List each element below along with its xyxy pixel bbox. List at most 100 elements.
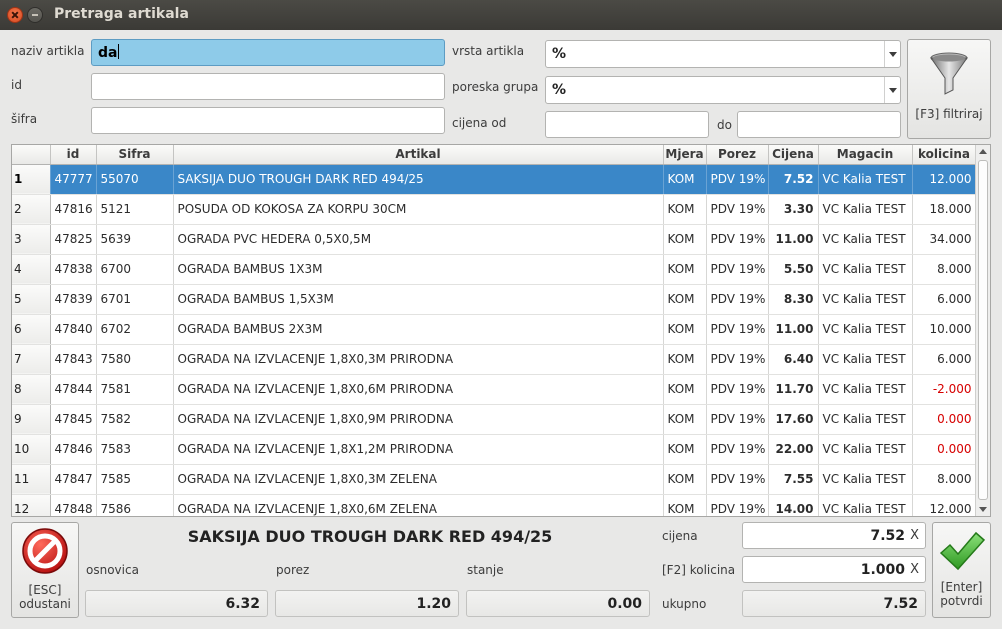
table-row[interactable]: 1 47777 55070 SAKSIJA DUO TROUGH DARK RED 4… [12,164,977,195]
cell-kolicina: 8.000 [912,464,977,495]
cell-sifra: 7580 [96,344,174,375]
scroll-down-icon[interactable] [979,507,987,512]
col-header-mjera[interactable]: Mjera [663,145,707,165]
clear-kolicina-icon[interactable]: X [910,562,919,577]
minimize-window-button[interactable] [27,7,43,23]
cell-mjera: KOM [663,374,707,405]
cell-magacin: VC Kalia TEST [818,464,913,495]
col-header-kolicina[interactable]: kolicina [912,145,977,165]
cell-id: 47848 [50,494,97,516]
table-row[interactable]: 4 47838 6700 OGRADA BAMBUS 1X3M KOM PDV 19% 5.… [12,254,977,285]
kolicina-input-value: 1.000 [860,562,905,578]
cell-magacin: VC Kalia TEST [818,164,913,195]
id-input[interactable] [91,73,445,100]
row-number: 10 [12,434,51,465]
cell-kolicina: 10.000 [912,314,977,345]
cell-porez: PDV 19% [706,374,769,405]
cancel-button-line1: [ESC] [28,583,62,597]
cell-cijena: 14.00 [768,494,819,516]
vrsta-select[interactable]: % [545,40,901,68]
table-row[interactable]: 7 47843 7580 OGRADA NA IZVLACENJE 1,8X0,3M … [12,344,977,375]
chevron-down-icon[interactable] [884,77,900,103]
table-row[interactable]: 12 47848 7586 OGRADA NA IZVLACENJE 1,8X0,6M… [12,494,977,516]
cell-id: 47845 [50,404,97,435]
sifra-label: šifra [11,112,38,126]
table-row[interactable]: 2 47816 5121 POSUDA OD KOKOSA ZA KORPU 30CM… [12,194,977,225]
cell-cijena: 17.60 [768,404,819,435]
close-window-button[interactable] [7,7,23,23]
scroll-up-icon[interactable] [979,149,987,154]
cell-magacin: VC Kalia TEST [818,314,913,345]
cell-porez: PDV 19% [706,404,769,435]
cell-sifra: 7582 [96,404,174,435]
kolicina-input[interactable]: 1.000 X [742,556,926,583]
cijena-do-input[interactable] [737,111,901,138]
table-row[interactable]: 11 47847 7585 OGRADA NA IZVLACENJE 1,8X0,3M… [12,464,977,495]
table-row[interactable]: 3 47825 5639 OGRADA PVC HEDERA 0,5X0,5M KOM P… [12,224,977,255]
cell-mjera: KOM [663,224,707,255]
cell-kolicina: 18.000 [912,194,977,225]
cell-porez: PDV 19% [706,314,769,345]
ukupno-label: ukupno [662,597,707,611]
porez-label: porez [276,563,310,577]
table-row[interactable]: 6 47840 6702 OGRADA BAMBUS 2X3M KOM PDV 19% 11… [12,314,977,345]
cancel-button[interactable]: [ESC] odustani [11,522,79,618]
cell-artikal: OGRADA NA IZVLACENJE 1,8X0,6M PRIRODNA [173,374,664,405]
poreska-select[interactable]: % [545,76,901,104]
cell-artikal: SAKSIJA DUO TROUGH DARK RED 494/25 [173,164,664,195]
cell-artikal: OGRADA NA IZVLACENJE 1,8X1,2M PRIRODNA [173,434,664,465]
col-header-porez[interactable]: Porez [706,145,769,165]
col-header-artikal[interactable]: Artikal [173,145,664,165]
row-number: 1 [12,164,51,195]
cell-sifra: 55070 [96,164,174,195]
col-header-cijena[interactable]: Cijena [768,145,819,165]
cell-porez: PDV 19% [706,284,769,315]
clear-cijena-icon[interactable]: X [910,528,919,543]
scroll-thumb[interactable] [978,160,988,500]
table-row[interactable]: 8 47844 7581 OGRADA NA IZVLACENJE 1,8X0,6M … [12,374,977,405]
table-row[interactable]: 5 47839 6701 OGRADA BAMBUS 1,5X3M KOM PDV 19%… [12,284,977,315]
naziv-input[interactable]: da [91,39,445,66]
table-row[interactable]: 10 47846 7583 OGRADA NA IZVLACENJE 1,8X1,2M… [12,434,977,465]
cell-porez: PDV 19% [706,224,769,255]
cell-id: 47777 [50,164,97,195]
stanje-value: 0.00 [466,590,650,617]
cell-mjera: KOM [663,494,707,516]
cell-id: 47843 [50,344,97,375]
cell-cijena: 3.30 [768,194,819,225]
col-header-id[interactable]: id [50,145,97,165]
col-header-magacin[interactable]: Magacin [818,145,913,165]
cell-sifra: 6701 [96,284,174,315]
cijena-od-input[interactable] [545,111,709,138]
table-row[interactable]: 9 47845 7582 OGRADA NA IZVLACENJE 1,8X0,9M … [12,404,977,435]
cell-id: 47840 [50,314,97,345]
cell-cijena: 7.55 [768,464,819,495]
title-bar: Pretraga artikala [0,0,1002,30]
cell-artikal: OGRADA BAMBUS 1X3M [173,254,664,285]
cell-id: 47847 [50,464,97,495]
row-number: 6 [12,314,51,345]
cell-kolicina: 8.000 [912,254,977,285]
row-number: 12 [12,494,51,516]
poreska-value: % [552,82,567,98]
cell-id: 47838 [50,254,97,285]
cell-mjera: KOM [663,194,707,225]
sifra-input[interactable] [91,107,445,134]
cell-magacin: VC Kalia TEST [818,404,913,435]
cell-mjera: KOM [663,464,707,495]
col-header-sifra[interactable]: Sifra [96,145,174,165]
cell-porez: PDV 19% [706,194,769,225]
cell-cijena: 11.00 [768,314,819,345]
cell-cijena: 11.70 [768,374,819,405]
cell-kolicina: 12.000 [912,164,977,195]
cell-mjera: KOM [663,254,707,285]
col-header-rownum[interactable] [12,145,51,165]
cell-magacin: VC Kalia TEST [818,374,913,405]
table-header: id Sifra Artikal Mjera Porez Cijena Maga… [12,145,977,165]
filter-button[interactable]: [F3] filtriraj [907,39,991,139]
chevron-down-icon[interactable] [884,41,900,67]
cijena-input[interactable]: 7.52 X [742,522,926,549]
vertical-scrollbar[interactable] [975,145,990,516]
confirm-button[interactable]: [Enter] potvrdi [932,522,991,618]
articles-table[interactable]: id Sifra Artikal Mjera Porez Cijena Maga… [11,144,991,517]
